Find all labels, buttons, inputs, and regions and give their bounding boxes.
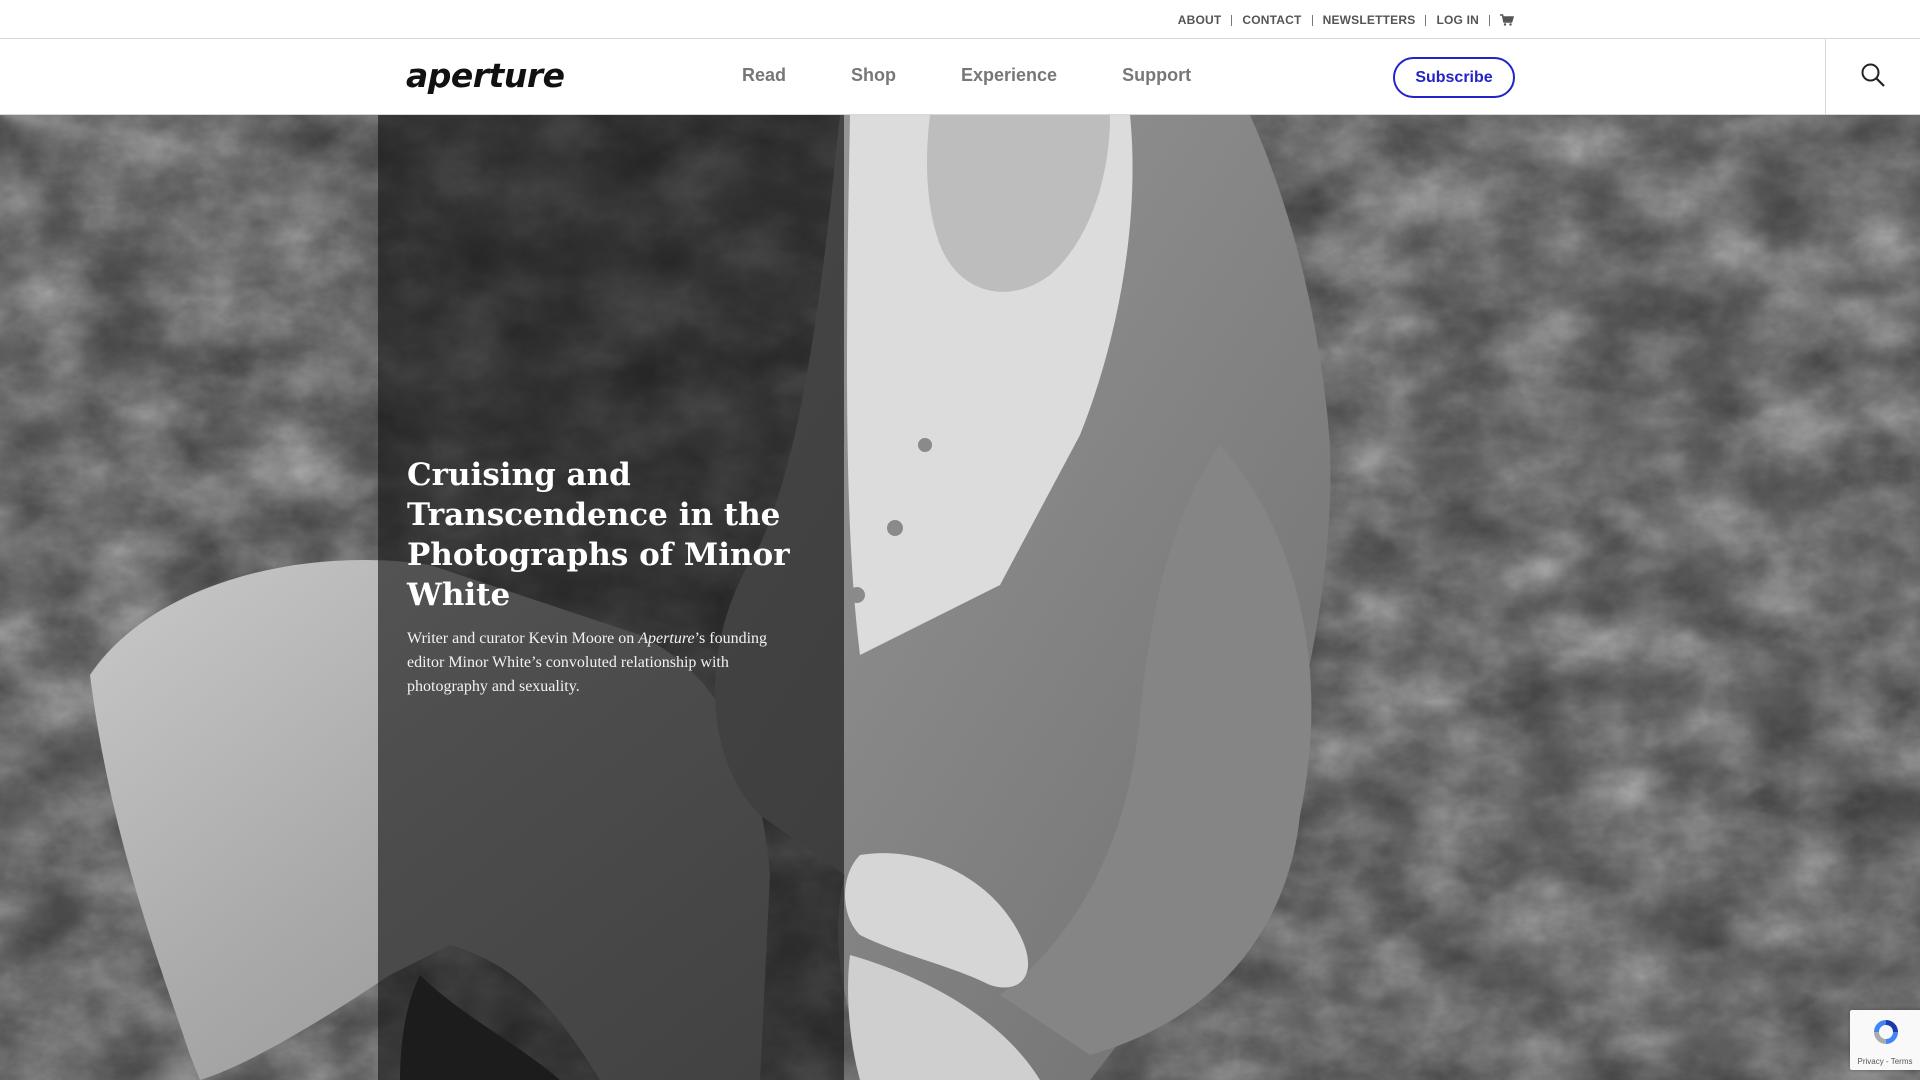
- nav-item-shop[interactable]: Shop: [851, 65, 896, 86]
- cart-icon[interactable]: [1500, 14, 1515, 26]
- hero-section: Cruising and Transcendence in the Photog…: [0, 115, 1920, 1080]
- aperture-logo[interactable]: aperture: [406, 56, 565, 95]
- search-icon: [1860, 62, 1886, 93]
- utility-separator: [1231, 14, 1233, 26]
- recaptcha-icon: [1872, 1018, 1900, 1051]
- utility-link-contact[interactable]: CONTACT: [1242, 13, 1301, 27]
- utility-separator: [1425, 14, 1427, 26]
- recaptcha-badge[interactable]: Privacy - Terms: [1850, 1010, 1920, 1070]
- subscribe-button[interactable]: Subscribe: [1393, 57, 1515, 98]
- utility-link-newsletters[interactable]: NEWSLETTERS: [1323, 13, 1416, 27]
- utility-separator: [1489, 14, 1490, 26]
- utility-link-log-in[interactable]: LOG IN: [1436, 13, 1479, 27]
- nav-item-support[interactable]: Support: [1122, 65, 1191, 86]
- utility-separator: [1311, 14, 1313, 26]
- recaptcha-footer[interactable]: Privacy - Terms: [1850, 1057, 1920, 1066]
- main-nav: aperture Read Shop Experience Support Su…: [0, 39, 1920, 115]
- nav-menu: Read Shop Experience Support: [742, 65, 1256, 86]
- utility-link-about[interactable]: ABOUT: [1178, 13, 1222, 27]
- hero-description: Writer and curator Kevin Moore on Apertu…: [407, 627, 797, 699]
- utility-links: ABOUT CONTACT NEWSLETTERS LOG IN: [1178, 13, 1515, 27]
- search-button[interactable]: [1825, 39, 1920, 115]
- nav-item-read[interactable]: Read: [742, 65, 786, 86]
- hero-description-magazine: Aperture: [638, 630, 695, 647]
- hero-title[interactable]: Cruising and Transcendence in the Photog…: [407, 455, 807, 615]
- utility-bar: ABOUT CONTACT NEWSLETTERS LOG IN: [0, 0, 1920, 39]
- hero-photo[interactable]: [0, 115, 1920, 1080]
- hero-description-start: Writer and curator Kevin Moore on: [407, 630, 639, 647]
- nav-item-experience[interactable]: Experience: [961, 65, 1057, 86]
